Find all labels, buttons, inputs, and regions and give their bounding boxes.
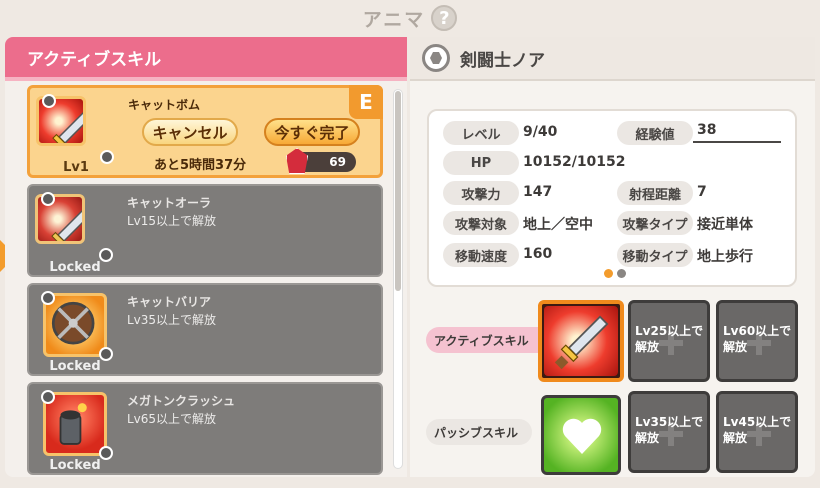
locked-label: Locked — [49, 359, 101, 374]
character-header: 剣闘士ノア — [410, 37, 815, 81]
stat-value-range: 7 — [697, 184, 707, 200]
skill-card-megaton-crush[interactable]: Locked メガトンクラッシュ Lv65以上で解放 — [27, 382, 383, 475]
stat-value-attack-type: 接近単体 — [697, 217, 753, 233]
shield-graphic — [51, 301, 95, 345]
skill-list-title: アクティブスキル — [5, 37, 407, 81]
stat-value-exp: 38 — [697, 122, 717, 138]
top-bar: アニマ ? — [0, 0, 820, 36]
skill-level: Lv1 — [63, 160, 89, 175]
cannon-graphic — [59, 403, 87, 445]
sword-graphic — [52, 111, 83, 143]
page-dot-active[interactable] — [604, 269, 613, 278]
stat-label-attack: 攻撃力 — [443, 181, 519, 205]
stat-value-target: 地上／空中 — [523, 217, 593, 233]
skill-name: キャットバリア — [127, 295, 212, 309]
stat-label-attack-type: 攻撃タイプ — [617, 211, 693, 235]
skill-card-cat-barrier[interactable]: Locked キャットバリア Lv35以上で解放 — [27, 283, 383, 376]
unlock-requirement: Lv35以上で解放 — [127, 313, 217, 327]
passive-skill-label: パッシブスキル — [426, 419, 532, 445]
screen-title: アニマ — [362, 8, 426, 31]
passive-skill-slot-locked-2[interactable]: Lv45以上で 解放 — [716, 391, 798, 473]
stat-value-level: 9/40 — [523, 124, 558, 140]
page-dot[interactable] — [617, 269, 626, 278]
stat-label-speed: 移動速度 — [443, 243, 519, 267]
stat-label-range: 射程距離 — [617, 181, 693, 205]
stat-label-level: レベル — [443, 121, 519, 145]
stat-value-attack: 147 — [523, 184, 553, 200]
slot-indicator-dot — [41, 192, 55, 206]
slot-indicator-dot — [41, 390, 55, 404]
stat-value-move-type: 地上歩行 — [697, 249, 753, 265]
complete-now-button[interactable]: 今すぐ完了 — [264, 118, 360, 146]
passive-skill-slot[interactable] — [541, 395, 621, 475]
locked-label: Locked — [49, 458, 101, 473]
skill-list: Lv1 キャットボム キャンセル 今すぐ完了 あと5時間37分 69 E Loc… — [27, 85, 383, 477]
unlock-requirement: Lv65以上で解放 — [127, 412, 217, 426]
character-detail-panel: 剣闘士ノア レベル 9/40 経験値 38 HP 10152/10152 攻撃力… — [410, 37, 815, 477]
active-skill-slot-locked-1[interactable]: Lv25以上で 解放 — [628, 300, 710, 382]
hexagon-icon — [422, 44, 450, 72]
active-skill-label: アクティブスキル — [426, 327, 556, 353]
slot-indicator-dot — [42, 94, 56, 108]
exp-underline — [693, 141, 781, 143]
sword-icon — [544, 306, 618, 376]
stat-label-hp: HP — [443, 151, 519, 175]
skill-name: メガトンクラッシュ — [127, 394, 236, 408]
gem-count: 69 — [329, 155, 346, 169]
skill-card-cat-aura[interactable]: Locked キャットオーラ Lv15以上で解放 — [27, 184, 383, 277]
game-screen: アニマ ? アクティブスキル Lv1 キャットボム キャンセル 今すぐ完了 あと… — [0, 0, 820, 488]
stat-value-hp: 10152/10152 — [523, 154, 626, 170]
equipped-active-skill-slot[interactable] — [538, 300, 624, 382]
stat-label-exp: 経験値 — [617, 121, 693, 145]
stat-value-speed: 160 — [523, 246, 553, 262]
skill-card-cat-bomb[interactable]: Lv1 キャットボム キャンセル 今すぐ完了 あと5時間37分 69 E — [27, 85, 383, 178]
skill-name: キャットボム — [128, 98, 201, 112]
sword-graphic — [554, 315, 609, 370]
stats-box: レベル 9/40 経験値 38 HP 10152/10152 攻撃力 147 射… — [427, 109, 797, 287]
cancel-button[interactable]: キャンセル — [142, 118, 238, 146]
locked-label: Locked — [49, 260, 101, 275]
skill-name: キャットオーラ — [127, 196, 212, 210]
scrollbar[interactable] — [393, 89, 403, 469]
heart-icon — [562, 418, 602, 454]
stat-label-move-type: 移動タイプ — [617, 243, 693, 267]
stat-label-target: 攻撃対象 — [443, 211, 519, 235]
active-skill-slot-locked-2[interactable]: Lv60以上で 解放 — [716, 300, 798, 382]
slot-indicator-dot — [41, 291, 55, 305]
remaining-time: あと5時間37分 — [154, 158, 247, 173]
unlock-requirement: Lv15以上で解放 — [127, 214, 217, 228]
scrollbar-thumb[interactable] — [395, 91, 401, 291]
skill-list-panel: アクティブスキル Lv1 キャットボム キャンセル 今すぐ完了 あと5時間37分… — [5, 37, 407, 477]
help-button[interactable]: ? — [431, 5, 458, 31]
equipped-badge: E — [349, 85, 383, 119]
character-name: 剣闘士ノア — [460, 50, 545, 71]
passive-skill-slot-locked-1[interactable]: Lv35以上で 解放 — [628, 391, 710, 473]
sword-graphic — [51, 209, 82, 241]
